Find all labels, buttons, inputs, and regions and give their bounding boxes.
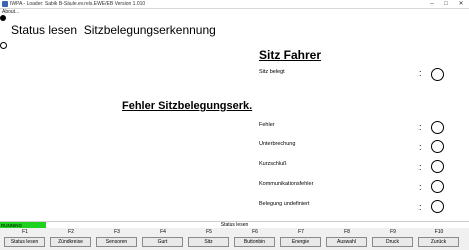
fkey-f10: F10 Zurück xyxy=(417,228,461,250)
fkey-number: F2 xyxy=(68,229,74,235)
fkey-f1: F1 Status lesen xyxy=(3,228,47,250)
druck-button[interactable]: Druck xyxy=(372,237,413,247)
separator: : xyxy=(419,202,422,212)
function-key-bar: F1 Status lesen F2 Zündkreise F3 Sensore… xyxy=(0,228,469,250)
fkey-number: F6 xyxy=(252,229,258,235)
auswahl-button[interactable]: Auswahl xyxy=(326,237,367,247)
energie-button[interactable]: Energie xyxy=(280,237,321,247)
indicator-dot-filled xyxy=(0,15,6,21)
fkey-f9: F9 Druck xyxy=(371,228,415,250)
separator: : xyxy=(419,68,422,78)
seat-occupied-indicator xyxy=(431,68,444,81)
zurueck-button[interactable]: Zurück xyxy=(418,237,459,247)
label-occupancy-undefined: Belegung undefiniert xyxy=(259,201,310,207)
fkey-f3: F3 Sensoren xyxy=(95,228,139,250)
page-title: Status lesen Sitzbelegungserkennung xyxy=(11,23,216,37)
separator: : xyxy=(419,142,422,152)
fkey-number: F9 xyxy=(390,229,396,235)
fkey-number: F1 xyxy=(22,229,28,235)
label-short-circuit: Kurzschluß xyxy=(259,161,287,167)
communication-error-indicator xyxy=(431,180,444,193)
sitz-button[interactable]: Sitz xyxy=(188,237,229,247)
fkey-number: F4 xyxy=(160,229,166,235)
indicator-dot-open xyxy=(0,42,7,49)
zuendkreise-button[interactable]: Zündkreise xyxy=(50,237,91,247)
fkey-f4: F4 Gurt xyxy=(141,228,185,250)
title-bar: IWPA - Loader: Sabik B-Säule.ev.rels.EWE… xyxy=(0,0,469,9)
close-icon[interactable]: ✕ xyxy=(454,0,468,8)
fkey-f8: F8 Auswahl xyxy=(325,228,369,250)
minimize-icon[interactable]: – xyxy=(425,0,439,8)
app-icon xyxy=(2,1,8,7)
fkey-f7: F7 Energie xyxy=(279,228,323,250)
sensoren-button[interactable]: Sensoren xyxy=(96,237,137,247)
buttonbin-button[interactable]: Buttonbin xyxy=(234,237,275,247)
fkey-number: F3 xyxy=(114,229,120,235)
fkey-number: F8 xyxy=(344,229,350,235)
fkey-number: F10 xyxy=(434,229,444,235)
maximize-icon[interactable]: □ xyxy=(439,0,453,8)
separator: : xyxy=(419,162,422,172)
section-title-driver-seat: Sitz Fahrer xyxy=(259,48,322,62)
fkey-f5: F5 Sitz xyxy=(187,228,231,250)
error-indicator xyxy=(431,121,444,134)
label-error: Fehler xyxy=(259,122,275,128)
fkey-f6: F6 Buttonbin xyxy=(233,228,277,250)
section-title-errors: Fehler Sitzbelegungserk. xyxy=(122,100,253,112)
label-interruption: Unterbrechung xyxy=(259,141,296,147)
label-communication-error: Kommunikationsfehler xyxy=(259,181,314,187)
fkey-number: F5 xyxy=(206,229,212,235)
occupancy-undefined-indicator xyxy=(431,200,444,213)
short-circuit-indicator xyxy=(431,160,444,173)
separator: : xyxy=(419,182,422,192)
window-title: IWPA - Loader: Sabik B-Säule.ev.rels.EWE… xyxy=(10,1,146,7)
label-seat-occupied: Sitz belegt xyxy=(259,69,285,75)
gurt-button[interactable]: Gurt xyxy=(142,237,183,247)
interruption-indicator xyxy=(431,140,444,153)
fkey-number: F7 xyxy=(298,229,304,235)
separator: : xyxy=(419,122,422,132)
status-lesen-button[interactable]: Status lesen xyxy=(4,237,45,247)
fkey-f2: F2 Zündkreise xyxy=(49,228,93,250)
